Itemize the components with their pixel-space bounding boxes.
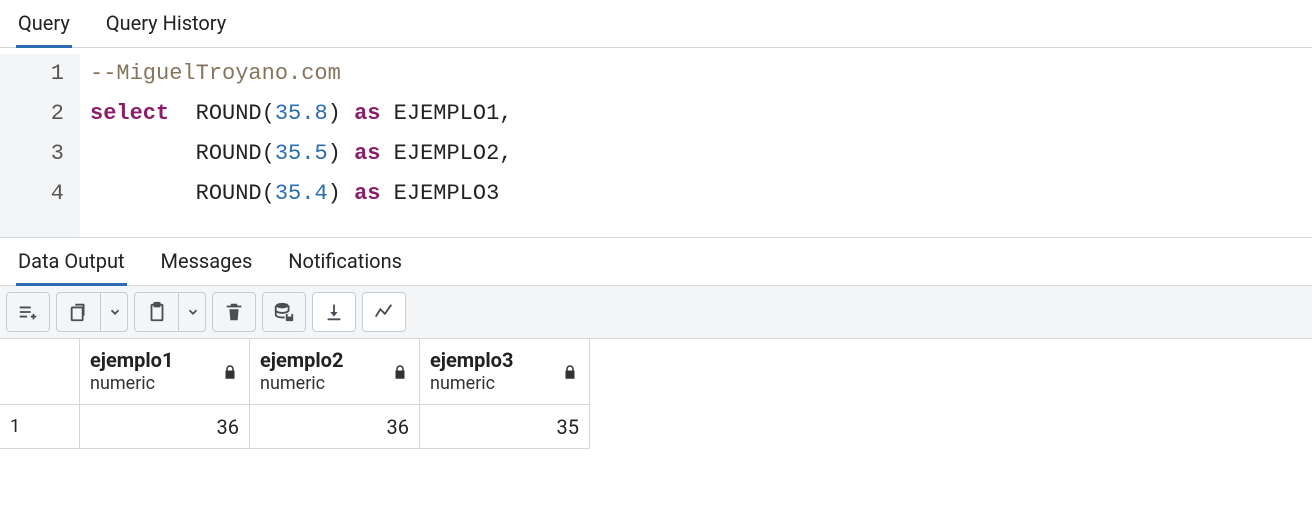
code-line: select ROUND(35.8) as EJEMPLO1, bbox=[90, 94, 513, 134]
editor-gutter: 1234 bbox=[0, 54, 80, 237]
output-toolbar bbox=[0, 286, 1312, 339]
save-data-button[interactable] bbox=[262, 292, 306, 332]
tab-data-output[interactable]: Data Output bbox=[16, 239, 127, 285]
tab-messages[interactable]: Messages bbox=[159, 239, 255, 285]
cell[interactable]: 35 bbox=[420, 405, 590, 449]
copy-icon bbox=[68, 301, 90, 323]
editor-tabbar: Query Query History bbox=[0, 0, 1312, 48]
column-header[interactable]: ejemplo1numeric bbox=[80, 339, 250, 405]
cell[interactable]: 36 bbox=[80, 405, 250, 449]
code-line: --MiguelTroyano.com bbox=[90, 54, 513, 94]
lock-icon bbox=[221, 363, 239, 381]
tab-notifications[interactable]: Notifications bbox=[286, 239, 404, 285]
column-header[interactable]: ejemplo2numeric bbox=[250, 339, 420, 405]
output-tabbar: Data Output Messages Notifications bbox=[0, 238, 1312, 286]
chart-line-icon bbox=[373, 301, 395, 323]
column-name: ejemplo2 bbox=[260, 348, 385, 373]
result-grid: ejemplo1numericejemplo2numericejemplo3nu… bbox=[0, 339, 1312, 449]
add-row-button[interactable] bbox=[6, 292, 50, 332]
tab-query-history[interactable]: Query History bbox=[104, 1, 228, 47]
column-header-index bbox=[0, 339, 80, 405]
trash-icon bbox=[223, 301, 245, 323]
code-line: ROUND(35.4) as EJEMPLO3 bbox=[90, 174, 513, 214]
column-type: numeric bbox=[430, 373, 555, 396]
lock-icon bbox=[391, 363, 409, 381]
chevron-down-icon bbox=[186, 305, 200, 319]
chart-button[interactable] bbox=[362, 292, 406, 332]
editor-code[interactable]: --MiguelTroyano.comselect ROUND(35.8) as… bbox=[80, 54, 513, 237]
sql-editor[interactable]: 1234 --MiguelTroyano.comselect ROUND(35.… bbox=[0, 48, 1312, 238]
line-number: 4 bbox=[0, 174, 64, 214]
line-number: 2 bbox=[0, 94, 64, 134]
download-button[interactable] bbox=[312, 292, 356, 332]
paste-menu-button[interactable] bbox=[178, 292, 206, 332]
copy-split-button bbox=[56, 292, 128, 332]
copy-menu-button[interactable] bbox=[100, 292, 128, 332]
copy-button[interactable] bbox=[56, 292, 100, 332]
tab-query[interactable]: Query bbox=[16, 1, 72, 47]
cell[interactable]: 36 bbox=[250, 405, 420, 449]
column-header[interactable]: ejemplo3numeric bbox=[420, 339, 590, 405]
line-number: 1 bbox=[0, 54, 64, 94]
row-number[interactable]: 1 bbox=[0, 405, 80, 449]
column-type: numeric bbox=[260, 373, 385, 396]
column-name: ejemplo3 bbox=[430, 348, 555, 373]
database-save-icon bbox=[273, 301, 295, 323]
line-number: 3 bbox=[0, 134, 64, 174]
delete-button[interactable] bbox=[212, 292, 256, 332]
column-name: ejemplo1 bbox=[90, 348, 215, 373]
download-icon bbox=[323, 301, 345, 323]
lock-icon bbox=[561, 363, 579, 381]
paste-icon bbox=[146, 301, 168, 323]
paste-button[interactable] bbox=[134, 292, 178, 332]
add-row-icon bbox=[17, 301, 39, 323]
chevron-down-icon bbox=[108, 305, 122, 319]
code-line: ROUND(35.5) as EJEMPLO2, bbox=[90, 134, 513, 174]
paste-split-button bbox=[134, 292, 206, 332]
column-type: numeric bbox=[90, 373, 215, 396]
